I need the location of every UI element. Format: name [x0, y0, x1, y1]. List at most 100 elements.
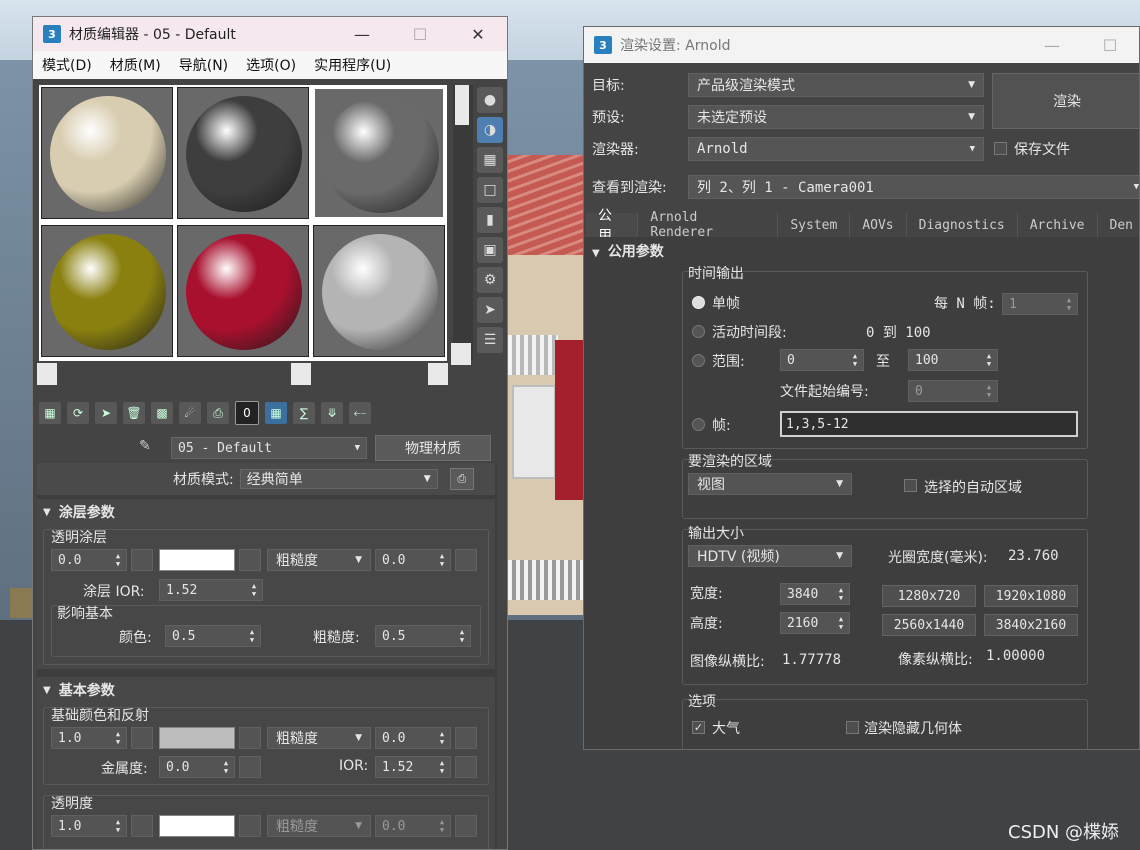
every-n-spinner[interactable]: 1 ▲ ▼ [1002, 293, 1078, 315]
base-color-swatch[interactable] [159, 727, 235, 749]
render-area-dropdown[interactable]: 视图 ▼ [688, 473, 852, 495]
maximize-button[interactable]: ☐ [391, 17, 449, 51]
menu-options[interactable]: 选项(O) [237, 55, 305, 75]
map-slot-button[interactable] [131, 727, 153, 749]
save-icon[interactable]: ⎙ [207, 402, 229, 424]
options-icon[interactable]: ⚙ [477, 267, 503, 293]
map-slot-button[interactable] [455, 727, 477, 749]
active-segment-radio[interactable] [692, 325, 705, 338]
map-slot-button[interactable] [239, 815, 261, 837]
base-roughness-spinner[interactable]: 0.0 ▲ ▼ [375, 727, 451, 749]
affect-roughness-spinner[interactable]: 0.5 ▲ ▼ [375, 625, 471, 647]
render-settings-titlebar[interactable]: 3 渲染设置: Arnold — ☐ [584, 27, 1139, 63]
material-type-button[interactable]: 物理材质 [375, 435, 491, 461]
file-start-number-spinner[interactable]: 0 ▲ ▼ [908, 380, 998, 402]
range-end-spinner[interactable]: 100 ▲ ▼ [908, 349, 998, 371]
scrollbar-thumb[interactable] [455, 85, 469, 125]
assign-to-selection-icon[interactable]: ➤ [95, 402, 117, 424]
render-button[interactable]: 渲染 [992, 73, 1139, 129]
save-preset-icon[interactable]: ⎙ [449, 468, 474, 490]
material-editor-titlebar[interactable]: 3 材质编辑器 - 05 - Default — ☐ ✕ [33, 17, 507, 51]
preset-2560x1440-button[interactable]: 2560x1440 [882, 614, 976, 636]
tab-common[interactable]: 公用 [586, 208, 639, 244]
sphere-icon[interactable]: ● [477, 87, 503, 113]
sample-slot[interactable] [177, 87, 309, 219]
width-spinner[interactable]: 3840 ▲ ▼ [780, 583, 850, 605]
preset-1920x1080-button[interactable]: 1920x1080 [984, 585, 1078, 607]
clearcoat-roughness-dropdown[interactable]: 粗糙度 ▼ [267, 549, 371, 571]
go-forward-icon[interactable]: ⤌ [349, 402, 371, 424]
tab-diagnostics[interactable]: Diagnostics [907, 213, 1018, 237]
output-size-preset-dropdown[interactable]: HDTV (视频) ▼ [688, 545, 852, 567]
material-mode-dropdown[interactable]: 经典简单 ▼ [239, 469, 438, 489]
coating-rollout-header[interactable]: ▼ 涂层参数 [37, 499, 495, 525]
metalness-spinner[interactable]: 0.0 ▲ ▼ [159, 756, 235, 778]
transparency-roughness-dropdown[interactable]: 粗糙度 ▼ [267, 815, 371, 837]
transparency-roughness-spinner[interactable]: 0.0 ▲ ▼ [375, 815, 451, 837]
coating-ior-spinner[interactable]: 1.52 ▲ ▼ [159, 579, 263, 601]
show-end-result-icon[interactable]: ∑ [293, 402, 315, 424]
clearcoat-color-swatch[interactable] [159, 549, 235, 571]
minimize-button[interactable]: — [333, 17, 391, 51]
transparency-weight-spinner[interactable]: 1.0 ▲ ▼ [51, 815, 127, 837]
height-spinner[interactable]: 2160 ▲ ▼ [780, 612, 850, 634]
ior-spinner[interactable]: 1.52 ▲ ▼ [375, 756, 451, 778]
map-slot-button[interactable] [239, 727, 261, 749]
atmosphere-checkbox[interactable]: ✓ [692, 721, 705, 734]
slot-scroll-middle[interactable] [291, 363, 311, 385]
clearcoat-weight-spinner[interactable]: 0.0 ▲ ▼ [51, 549, 127, 571]
common-params-rollout-header[interactable]: ▼ 公用参数 [592, 241, 664, 261]
show-shaded-icon[interactable]: ▦ [265, 402, 287, 424]
tab-system[interactable]: System [778, 213, 851, 237]
make-unique-icon[interactable]: ▩ [151, 402, 173, 424]
map-slot-button[interactable] [239, 756, 261, 778]
slot-scroll-left[interactable] [37, 363, 57, 385]
save-file-checkbox[interactable] [994, 142, 1007, 155]
eyedropper-icon[interactable]: ✎ [139, 438, 159, 458]
render-hidden-checkbox[interactable] [846, 721, 859, 734]
checker-background-icon[interactable]: ▦ [477, 147, 503, 173]
map-slot-button[interactable] [455, 815, 477, 837]
menu-navigation[interactable]: 导航(N) [170, 55, 237, 75]
target-dropdown[interactable]: 产品级渲染模式 ▼ [688, 73, 984, 97]
tab-arnold-renderer[interactable]: Arnold Renderer [638, 210, 779, 240]
get-material-icon[interactable]: ▦ [39, 402, 61, 424]
frames-radio[interactable] [692, 418, 705, 431]
base-roughness-dropdown[interactable]: 粗糙度 ▼ [267, 727, 371, 749]
material-map-navigator-icon[interactable]: ☰ [477, 327, 503, 353]
basic-rollout-header[interactable]: ▼ 基本参数 [37, 677, 495, 703]
map-slot-button[interactable] [131, 815, 153, 837]
clearcoat-roughness-spinner[interactable]: 0.0 ▲ ▼ [375, 549, 451, 571]
minimize-button[interactable]: — [1023, 28, 1081, 62]
uv-tiling-icon[interactable]: □ [477, 177, 503, 203]
put-to-library-icon[interactable]: ☄ [179, 402, 201, 424]
slots-vertical-scrollbar[interactable] [453, 85, 473, 361]
sample-slot-selected[interactable] [313, 87, 445, 219]
range-radio[interactable] [692, 354, 705, 367]
close-button[interactable]: ✕ [449, 17, 507, 51]
material-id-channel[interactable]: 0 [235, 401, 259, 425]
frames-input[interactable]: 1,3,5-12 [780, 411, 1078, 437]
maximize-button[interactable]: ☐ [1081, 28, 1139, 62]
go-to-parent-icon[interactable]: ⤋ [321, 402, 343, 424]
delete-icon[interactable]: 🗑 [123, 402, 145, 424]
sample-slot[interactable] [41, 225, 173, 357]
tab-denoiser[interactable]: Den [1098, 213, 1139, 237]
tab-archive[interactable]: Archive [1018, 213, 1098, 237]
menu-utilities[interactable]: 实用程序(U) [305, 55, 400, 75]
map-slot-button[interactable] [455, 549, 477, 571]
menu-material[interactable]: 材质(M) [101, 55, 170, 75]
transparency-color-swatch[interactable] [159, 815, 235, 837]
select-by-material-icon[interactable]: ➤ [477, 297, 503, 323]
video-color-check-icon[interactable]: ▮ [477, 207, 503, 233]
map-slot-button[interactable] [239, 549, 261, 571]
map-slot-button[interactable] [131, 549, 153, 571]
preset-dropdown[interactable]: 未选定预设 ▼ [688, 105, 984, 129]
make-preview-icon[interactable]: ▣ [477, 237, 503, 263]
menu-mode[interactable]: 模式(D) [33, 55, 101, 75]
slot-scroll-right[interactable] [428, 363, 448, 385]
material-name-dropdown[interactable]: 05 - Default ▼ [171, 437, 367, 459]
single-frame-radio[interactable] [692, 296, 705, 309]
range-start-spinner[interactable]: 0 ▲ ▼ [780, 349, 864, 371]
map-slot-button[interactable] [455, 756, 477, 778]
